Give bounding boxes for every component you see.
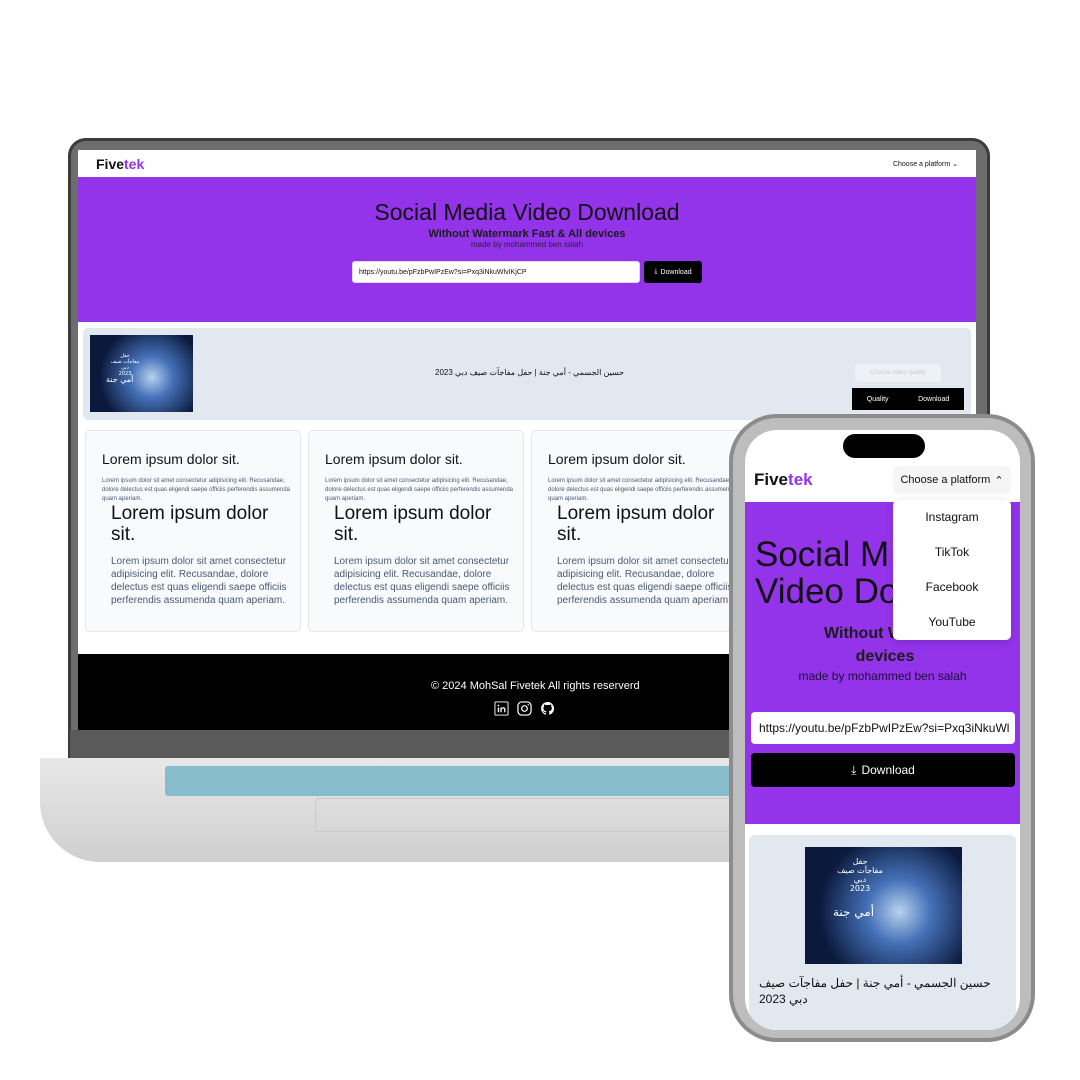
quality-table-header: Quality Download <box>852 388 964 410</box>
video-thumbnail: حفل مفاجآت صيف دبي 2023 أمي جنة <box>805 847 962 964</box>
feature-card-overlay: Lorem ipsum dolor sit. Lorem ipsum dolor… <box>308 503 522 635</box>
instagram-icon[interactable] <box>517 701 532 716</box>
table-header-download: Download <box>918 395 950 403</box>
copyright-text: © 2024 MohSal Fivetek All rights reserve… <box>431 680 640 692</box>
video-title: حسين الجسمي - أمي جنة | حفل مفاجآت صيف د… <box>759 976 991 1006</box>
byline: made by mohammed ben salah <box>798 669 967 683</box>
card-title: Lorem ipsum dolor sit. <box>102 451 240 467</box>
platform-dropdown-label: Choose a platform <box>892 160 951 168</box>
card-text: Lorem ipsum dolor sit amet consectetur a… <box>111 556 287 606</box>
download-icon: ⤓ <box>654 268 658 275</box>
thumb-text-2: مفاجآت صيف دبي <box>837 866 883 884</box>
brand-logo[interactable]: Fivetek <box>96 156 144 172</box>
card-text: Lorem ipsum dolor sit amet consectetur a… <box>548 478 737 502</box>
card-title: Lorem ipsum dolor sit. <box>557 503 715 545</box>
thumb-text-4: أمي جنة <box>106 375 134 384</box>
url-input[interactable]: https://youtu.be/pFzbPwIPzEw?si=Pxq3iNku… <box>751 712 1015 744</box>
download-button[interactable]: ⤓ Download <box>644 261 702 283</box>
quality-select[interactable]: Choose video quality <box>855 364 941 382</box>
page-title: Social M Video Do <box>755 535 899 611</box>
video-title: حسين الجسمي - أمي جنة | حفل مفاجآت صيف د… <box>435 368 625 377</box>
download-button-label: Download <box>660 268 692 276</box>
logo-part-1: Five <box>754 470 789 489</box>
page-title: Social Media Video Download <box>374 199 680 225</box>
platform-option-tiktok[interactable]: TikTok <box>893 535 1011 570</box>
linkedin-icon[interactable] <box>494 701 509 716</box>
logo-part-2: tek <box>124 155 145 172</box>
platform-dropdown-menu: Instagram TikTok Facebook YouTube <box>893 500 1011 640</box>
platform-option-instagram[interactable]: Instagram <box>893 500 1011 535</box>
thumb-text-1: حفل <box>852 857 868 866</box>
platform-option-youtube[interactable]: YouTube <box>893 605 1011 640</box>
card-text: Lorem ipsum dolor sit amet consectetur a… <box>334 556 510 606</box>
platform-dropdown-button[interactable]: Choose a platform ⌄ <box>893 160 958 168</box>
table-header-quality: Quality <box>866 395 889 403</box>
mobile-navbar: Fivetek Choose a platform ⌃ <box>745 458 1020 502</box>
url-input[interactable]: https://youtu.be/pFzbPwIPzEw?si=Pxq3iNku… <box>352 261 640 283</box>
feature-card-overlay: Lorem ipsum dolor sit. Lorem ipsum dolor… <box>85 503 299 635</box>
platform-dropdown-button[interactable]: Choose a platform ⌃ <box>893 466 1011 494</box>
card-text: Lorem ipsum dolor sit amet consectetur a… <box>325 478 514 502</box>
platform-dropdown-label: Choose a platform <box>900 474 991 486</box>
download-button-label: Download <box>861 763 915 777</box>
chevron-up-icon: ⌃ <box>994 474 1004 487</box>
card-title: Lorem ipsum dolor sit. <box>325 451 463 467</box>
card-title: Lorem ipsum dolor sit. <box>548 451 686 467</box>
byline: made by mohammed ben salah <box>470 240 584 249</box>
video-thumbnail: حفل مفاجآت صيف دبي 2023 أمي جنة <box>90 335 193 412</box>
card-text: Lorem ipsum dolor sit amet consectetur a… <box>557 556 733 606</box>
platform-option-facebook[interactable]: Facebook <box>893 570 1011 605</box>
card-title: Lorem ipsum dolor sit. <box>334 503 492 545</box>
feature-card-overlay: Lorem ipsum dolor sit. Lorem ipsum dolor… <box>531 503 745 635</box>
dynamic-island <box>843 434 925 458</box>
video-result-card: حفل مفاجآت صيف دبي 2023 أمي جنة حسين الج… <box>83 328 971 420</box>
logo-part-1: Five <box>96 155 125 172</box>
laptop-keyboard <box>165 766 765 796</box>
desktop-hero: Social Media Video Download Without Wate… <box>78 177 976 322</box>
thumb-text-4: أمي جنة <box>833 905 875 919</box>
page-subtitle: Without Watermark Fast & All devices <box>428 228 626 240</box>
github-icon[interactable] <box>540 701 555 716</box>
card-text: Lorem ipsum dolor sit amet consectetur a… <box>102 478 291 502</box>
social-links <box>494 701 555 716</box>
thumb-text-3: 2023 <box>849 884 871 893</box>
download-button[interactable]: ⤓ Download <box>751 753 1015 787</box>
video-result-card: حفل مفاجآت صيف دبي 2023 أمي جنة حسين الج… <box>749 835 1016 1030</box>
laptop-trackpad <box>315 798 757 832</box>
download-icon: ⤓ <box>851 762 857 777</box>
brand-logo[interactable]: Fivetek <box>754 470 813 490</box>
mobile-page: Fivetek Choose a platform ⌃ Social M Vid… <box>745 430 1020 1030</box>
download-form: https://youtu.be/pFzbPwIPzEw?si=Pxq3iNku… <box>78 261 976 283</box>
card-title: Lorem ipsum dolor sit. <box>111 503 269 545</box>
chevron-down-icon: ⌄ <box>952 160 958 168</box>
desktop-navbar: Fivetek Choose a platform ⌄ <box>78 150 976 177</box>
logo-part-2: tek <box>788 470 813 489</box>
thumb-text-2: مفاجآت صيف دبي <box>110 359 140 371</box>
